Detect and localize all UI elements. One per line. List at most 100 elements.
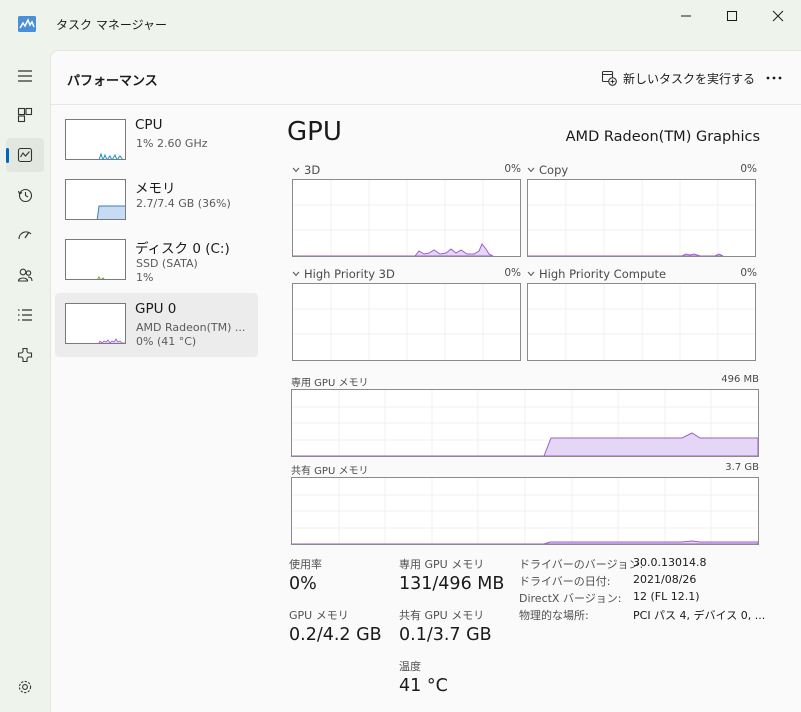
engine-label: High Priority Compute bbox=[539, 267, 667, 281]
menu-button[interactable] bbox=[6, 59, 44, 93]
gpu-mem-label: GPU メモリ bbox=[289, 609, 349, 622]
driver-version-value: 30.0.13014.8 bbox=[633, 556, 707, 569]
engine-hpcompute-graph bbox=[527, 283, 756, 361]
shared-mem-value: 0.1/3.7 GB bbox=[399, 625, 492, 645]
engine-3d-graph bbox=[292, 179, 521, 257]
resource-item-memory[interactable]: メモリ 2.7/7.4 GB (36%) bbox=[55, 169, 258, 233]
dedicated-memory-max: 496 MB bbox=[721, 374, 759, 385]
nav-services[interactable] bbox=[6, 338, 44, 372]
minimize-icon bbox=[681, 15, 691, 17]
maximize-icon bbox=[727, 11, 737, 21]
resource-item-gpu[interactable]: GPU 0 AMD Radeon(TM) ... 0% (41 °C) bbox=[55, 293, 258, 357]
left-navigation bbox=[0, 50, 50, 712]
menu-icon bbox=[18, 70, 32, 82]
engine-label: High Priority 3D bbox=[304, 267, 395, 281]
gpu-mem-value: 0.2/4.2 GB bbox=[289, 625, 382, 645]
resource-item-cpu[interactable]: CPU 1% 2.60 GHz bbox=[55, 109, 258, 173]
nav-details[interactable] bbox=[6, 298, 44, 332]
memory-thumbnail-graph bbox=[65, 179, 126, 220]
engine-label: Copy bbox=[539, 163, 569, 177]
gpu-model-name: AMD Radeon(TM) Graphics bbox=[565, 129, 760, 145]
nav-processes[interactable] bbox=[6, 98, 44, 132]
resource-list: CPU 1% 2.60 GHz メモリ 2.7/7.4 GB (36%) ディス… bbox=[51, 105, 259, 711]
dedicated-memory-graph bbox=[291, 389, 759, 457]
startup-icon bbox=[18, 231, 32, 240]
chevron-down-icon bbox=[527, 167, 535, 173]
page-header: パフォーマンス 新しいタスクを実行する bbox=[51, 51, 801, 105]
run-task-label: 新しいタスクを実行する bbox=[623, 71, 756, 86]
maximize-button[interactable] bbox=[709, 0, 755, 32]
chevron-down-icon bbox=[292, 167, 300, 173]
engine-hp3d-graph bbox=[292, 283, 521, 361]
nav-performance[interactable] bbox=[6, 138, 44, 172]
engine-copy-graph bbox=[527, 179, 756, 257]
resource-name: メモリ bbox=[135, 181, 176, 197]
physical-location-key: 物理的な場所: bbox=[519, 609, 589, 622]
resource-detail: AMD Radeon(TM) ... bbox=[136, 321, 246, 334]
task-manager-app-icon bbox=[18, 16, 36, 32]
engine-percent: 0% bbox=[504, 163, 521, 175]
driver-date-value: 2021/08/26 bbox=[633, 573, 697, 586]
close-icon bbox=[772, 10, 784, 22]
more-icon bbox=[766, 76, 782, 80]
engine-3d-selector[interactable]: 3D bbox=[292, 163, 320, 177]
dedicated-mem-label: 専用 GPU メモリ bbox=[399, 558, 485, 571]
resource-name: ディスク 0 (C:) bbox=[135, 241, 230, 257]
engine-percent: 0% bbox=[504, 267, 521, 279]
gpu-detail-panel: GPU AMD Radeon(TM) Graphics 3D 0% Copy 0… bbox=[259, 105, 801, 711]
resource-name: GPU 0 bbox=[135, 301, 177, 317]
directx-version-value: 12 (FL 12.1) bbox=[633, 590, 700, 603]
details-icon bbox=[18, 309, 32, 321]
driver-version-key: ドライバーのバージョン: bbox=[519, 558, 644, 571]
resource-item-disk[interactable]: ディスク 0 (C:) SSD (SATA) 1% bbox=[55, 229, 258, 293]
settings-icon bbox=[18, 680, 32, 694]
run-task-icon bbox=[601, 70, 617, 86]
engine-percent: 0% bbox=[740, 163, 757, 175]
temperature-value: 41 °C bbox=[399, 676, 448, 696]
shared-memory-graph bbox=[291, 477, 759, 545]
resource-detail: SSD (SATA) bbox=[136, 257, 198, 270]
title-bar: タスク マネージャー bbox=[0, 0, 801, 50]
shared-memory-label: 共有 GPU メモリ bbox=[291, 466, 369, 477]
directx-version-key: DirectX バージョン: bbox=[519, 592, 622, 605]
usage-label: 使用率 bbox=[289, 558, 322, 571]
window-title: タスク マネージャー bbox=[56, 18, 167, 32]
disk-thumbnail-graph bbox=[65, 239, 126, 280]
resource-detail: 2.7/7.4 GB (36%) bbox=[136, 197, 231, 210]
chevron-down-icon bbox=[292, 271, 300, 277]
services-icon bbox=[17, 347, 33, 363]
nav-app-history[interactable] bbox=[6, 178, 44, 212]
dedicated-mem-value: 131/496 MB bbox=[399, 574, 505, 594]
gpu-title: GPU bbox=[287, 117, 342, 147]
shared-memory-max: 3.7 GB bbox=[725, 462, 759, 473]
dedicated-memory-label: 専用 GPU メモリ bbox=[291, 378, 369, 389]
resource-detail-2: 0% (41 °C) bbox=[136, 335, 197, 348]
engine-copy-selector[interactable]: Copy bbox=[527, 163, 568, 177]
gpu-thumbnail-graph bbox=[65, 303, 126, 344]
engine-hp3d-selector[interactable]: High Priority 3D bbox=[292, 267, 395, 281]
engine-label: 3D bbox=[304, 163, 321, 177]
driver-date-key: ドライバーの日付: bbox=[519, 575, 611, 588]
more-options-button[interactable] bbox=[763, 68, 785, 88]
minimize-button[interactable] bbox=[663, 0, 709, 32]
history-icon bbox=[17, 188, 33, 203]
resource-detail: 1% 2.60 GHz bbox=[136, 137, 208, 150]
nav-users[interactable] bbox=[6, 258, 44, 292]
content-panel: パフォーマンス 新しいタスクを実行する CPU 1% 2.60 GHz メモリ … bbox=[50, 50, 801, 712]
temperature-label: 温度 bbox=[399, 660, 421, 673]
resource-name: CPU bbox=[135, 117, 163, 133]
cpu-thumbnail-graph bbox=[65, 119, 126, 160]
engine-hpcompute-selector[interactable]: High Priority Compute bbox=[527, 267, 666, 281]
chevron-down-icon bbox=[527, 271, 535, 277]
shared-mem-label: 共有 GPU メモリ bbox=[399, 609, 485, 622]
nav-settings[interactable] bbox=[6, 670, 44, 704]
close-button[interactable] bbox=[755, 0, 801, 32]
performance-icon bbox=[17, 147, 33, 163]
nav-startup[interactable] bbox=[6, 218, 44, 252]
run-new-task-button[interactable]: 新しいタスクを実行する bbox=[601, 68, 755, 88]
engine-percent: 0% bbox=[740, 267, 757, 279]
page-title: パフォーマンス bbox=[67, 74, 158, 89]
users-icon bbox=[17, 268, 33, 282]
processes-icon bbox=[17, 107, 33, 123]
physical-location-value: PCI パス 4, デバイス 0, ... bbox=[633, 609, 766, 622]
